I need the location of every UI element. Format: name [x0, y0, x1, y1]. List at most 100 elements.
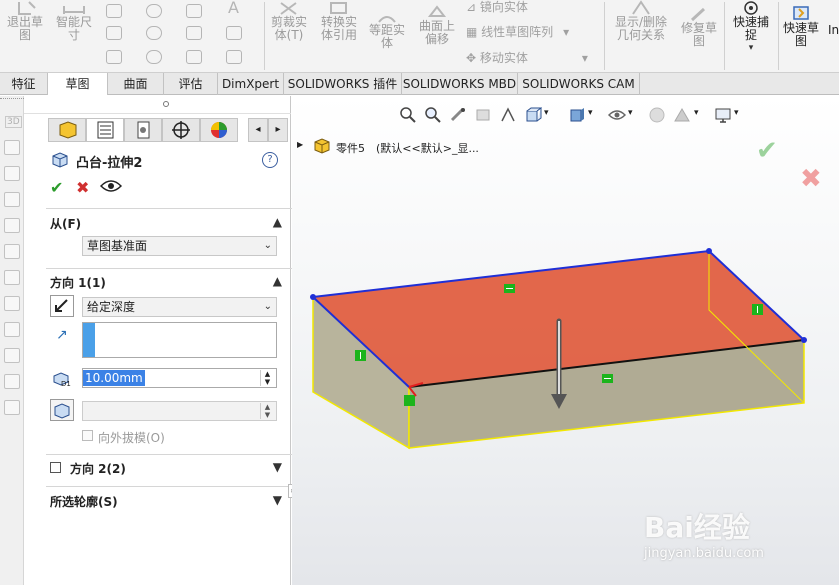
- shell-view-icon[interactable]: [4, 296, 20, 311]
- draft-spinner[interactable]: ▲ ▼: [260, 403, 274, 419]
- pm-collapse-dot[interactable]: [163, 101, 169, 107]
- direction2-section-header[interactable]: 方向 2(2) ▼: [70, 460, 290, 477]
- line-tool-icon[interactable]: [106, 4, 122, 18]
- feature-manager-icon: [59, 121, 77, 139]
- reverse-direction-icon: [55, 299, 68, 312]
- polygon-tool-icon[interactable]: [186, 26, 202, 40]
- convert-entities-button[interactable]: 转换实体引用: [316, 0, 362, 42]
- direction1-section-header[interactable]: 方向 1(1) ▲: [50, 274, 290, 291]
- 3d-sketch-icon[interactable]: 3D: [5, 116, 22, 128]
- boundary-view-icon[interactable]: [4, 270, 20, 285]
- centerline-tool-icon[interactable]: [226, 50, 242, 64]
- tab-sketch[interactable]: 草图: [48, 73, 108, 95]
- surface-offset-icon: [427, 5, 447, 17]
- display-manager-tab[interactable]: [200, 118, 238, 142]
- end-condition-select[interactable]: 给定深度 ⌄: [82, 297, 277, 317]
- repair-sketch-button[interactable]: 修复草图: [676, 6, 722, 48]
- hole-view-icon[interactable]: [4, 348, 20, 363]
- tabs-scroll-left[interactable]: ◂: [248, 118, 268, 142]
- text-tool-icon[interactable]: A: [228, 0, 239, 17]
- from-section-header[interactable]: 从(F) ▲: [50, 215, 290, 232]
- ok-button[interactable]: ✔: [50, 178, 63, 197]
- rectangle-tool-icon[interactable]: [106, 26, 122, 40]
- spline-tool-icon[interactable]: [186, 50, 202, 64]
- smart-dimension-button[interactable]: 智能尺寸: [52, 0, 96, 42]
- vertex-point[interactable]: [801, 337, 807, 343]
- tab-surfaces[interactable]: 曲面: [108, 73, 164, 95]
- divider: [46, 454, 308, 455]
- mirror-entities-item[interactable]: ⊿ 镜向实体: [466, 0, 528, 15]
- surface-offset-button[interactable]: 曲面上偏移: [414, 4, 460, 46]
- command-tabs: 特征 草图 曲面 评估 DimXpert SOLIDWORKS 插件 SOLID…: [0, 73, 839, 95]
- draft-angle-input[interactable]: ▲ ▼: [82, 401, 277, 421]
- chamfer-view-icon[interactable]: [4, 400, 20, 415]
- arc-tool-icon[interactable]: [186, 4, 202, 18]
- circle-tool-icon[interactable]: [146, 4, 162, 18]
- slot-tool-icon[interactable]: [146, 26, 162, 40]
- vertex-point[interactable]: [706, 248, 712, 254]
- expand-icon[interactable]: ▼: [273, 460, 282, 474]
- mirror-label: 镜向实体: [479, 0, 528, 14]
- fillet-tool-icon[interactable]: [146, 50, 162, 64]
- vertex-point[interactable]: [310, 294, 316, 300]
- trim-entities-button[interactable]: 剪裁实体(T): [266, 0, 312, 42]
- exit-sketch-button[interactable]: 退出草图: [4, 0, 46, 42]
- preview-eye-icon[interactable]: [99, 178, 123, 194]
- revolve-view-icon[interactable]: [4, 192, 20, 207]
- tab-dimxpert[interactable]: DimXpert: [218, 73, 284, 95]
- feature-title: 凸台-拉伸2: [76, 156, 143, 171]
- exit-sketch-label: 退出草图: [6, 15, 43, 42]
- exit-sketch-icon: [18, 1, 36, 15]
- fixed-relation-icon[interactable]: [404, 395, 415, 406]
- ribbon-separator: [604, 2, 605, 70]
- from-select[interactable]: 草图基准面 ⌄: [82, 236, 277, 256]
- selected-contours-header[interactable]: 所选轮廓(S) ▼: [50, 493, 290, 510]
- cancel-button[interactable]: ✖: [76, 178, 89, 197]
- graphics-viewport[interactable]: ▾ ▾ ▾ ▾ ▾ ▶ 零件5 (默认<<默认>_显... ✔ ✖ Bai经验 …: [292, 96, 839, 585]
- move-entities-item[interactable]: ✥ 移动实体 ▾: [466, 49, 588, 66]
- offset-entities-button[interactable]: 等距实体: [364, 12, 410, 50]
- help-icon[interactable]: ?: [262, 152, 278, 168]
- property-manager-tab[interactable]: [86, 118, 124, 142]
- quick-sketch-icon: [793, 6, 809, 20]
- tabs-scroll-right[interactable]: ▸: [268, 118, 288, 142]
- relations-icon: [632, 0, 650, 15]
- expand-icon[interactable]: ▼: [273, 493, 282, 507]
- pattern-icon: ▦: [466, 25, 482, 39]
- sweep-view-icon[interactable]: [4, 218, 20, 233]
- direction2-checkbox[interactable]: [50, 462, 61, 473]
- extrude-view-icon[interactable]: [4, 166, 20, 181]
- tab-solidworks-addins[interactable]: SOLIDWORKS 插件: [284, 73, 402, 95]
- reverse-direction-button[interactable]: [50, 295, 74, 317]
- draft-outward-checkbox[interactable]: [82, 430, 93, 441]
- fillet-view-icon[interactable]: [4, 374, 20, 389]
- configuration-manager-tab[interactable]: [124, 118, 162, 142]
- loft-view-icon[interactable]: [4, 244, 20, 259]
- tab-solidworks-cam[interactable]: SOLIDWORKS CAM: [518, 73, 640, 95]
- property-manager: ◂ ▸ 凸台-拉伸2 ? ✔ ✖ 从(F) ▲ 草图基准面 ⌄ 方向 1(1) ▲ 给…: [24, 96, 308, 585]
- ellipse-tool-icon[interactable]: [106, 50, 122, 64]
- draft-toggle-button[interactable]: [50, 399, 74, 421]
- quick-sketch-button[interactable]: 快速草图: [780, 4, 822, 48]
- tab-features[interactable]: 特征: [0, 73, 48, 95]
- quick-sketch-label: 快速草图: [783, 21, 820, 48]
- quick-snap-button[interactable]: 快速捕捉 ▾: [728, 0, 774, 55]
- strip-grip: [0, 98, 24, 99]
- tab-solidworks-mbd[interactable]: SOLIDWORKS MBD: [402, 73, 518, 95]
- dimxpert-manager-tab[interactable]: [162, 118, 200, 142]
- cube-view-icon[interactable]: [4, 140, 20, 155]
- crosshair-icon: [172, 121, 190, 139]
- tab-evaluate[interactable]: 评估: [164, 73, 218, 95]
- depth-value: 10.00mm: [83, 370, 145, 386]
- feature-manager-tab[interactable]: [48, 118, 86, 142]
- depth-input[interactable]: 10.00mm ▲ ▼: [82, 368, 277, 388]
- point-tool-icon[interactable]: [226, 26, 242, 40]
- collapse-icon[interactable]: ▲: [273, 274, 282, 288]
- direction-vector-field[interactable]: [82, 322, 277, 358]
- depth-spinner[interactable]: ▲ ▼: [260, 370, 274, 386]
- show-delete-relations-button[interactable]: 显示/删除几何关系: [610, 0, 672, 42]
- linear-pattern-item[interactable]: ▦ 线性草图阵列 ▾: [466, 23, 569, 40]
- collapse-icon[interactable]: ▲: [273, 215, 282, 229]
- instant-button[interactable]: In: [828, 24, 839, 37]
- rib-view-icon[interactable]: [4, 322, 20, 337]
